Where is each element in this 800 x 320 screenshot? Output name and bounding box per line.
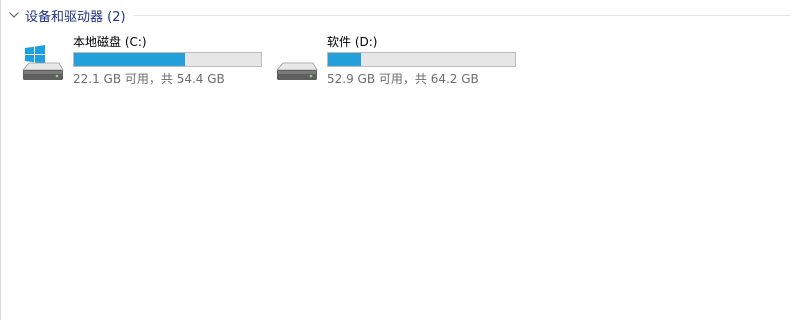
- chevron-down-icon[interactable]: [7, 8, 21, 22]
- explorer-content-pane: 设备和驱动器 (2) 本地磁盘 (C:) 22.1 GB 可用，共 54.4 G…: [0, 0, 800, 320]
- group-divider: [133, 14, 791, 16]
- hard-drive-icon: [273, 32, 321, 88]
- drive-item-c[interactable]: 本地磁盘 (C:) 22.1 GB 可用，共 54.4 GB: [19, 32, 273, 88]
- drive-usage-bar: [73, 52, 262, 67]
- group-header-devices-and-drives[interactable]: 设备和驱动器 (2): [7, 4, 795, 26]
- system-drive-icon: [19, 32, 67, 88]
- drive-usage-bar: [327, 52, 516, 67]
- drive-usage-bar-fill: [74, 53, 186, 66]
- drive-space-text: 52.9 GB 可用，共 64.2 GB: [327, 72, 479, 86]
- drive-usage-bar-fill: [328, 53, 361, 66]
- drive-list: 本地磁盘 (C:) 22.1 GB 可用，共 54.4 GB 软件 (D:) 5…: [19, 32, 527, 88]
- drive-name: 软件 (D:): [327, 35, 378, 49]
- drive-name: 本地磁盘 (C:): [73, 35, 147, 49]
- group-title: 设备和驱动器 (2): [25, 9, 126, 25]
- drive-space-text: 22.1 GB 可用，共 54.4 GB: [73, 72, 225, 86]
- drive-item-d[interactable]: 软件 (D:) 52.9 GB 可用，共 64.2 GB: [273, 32, 527, 88]
